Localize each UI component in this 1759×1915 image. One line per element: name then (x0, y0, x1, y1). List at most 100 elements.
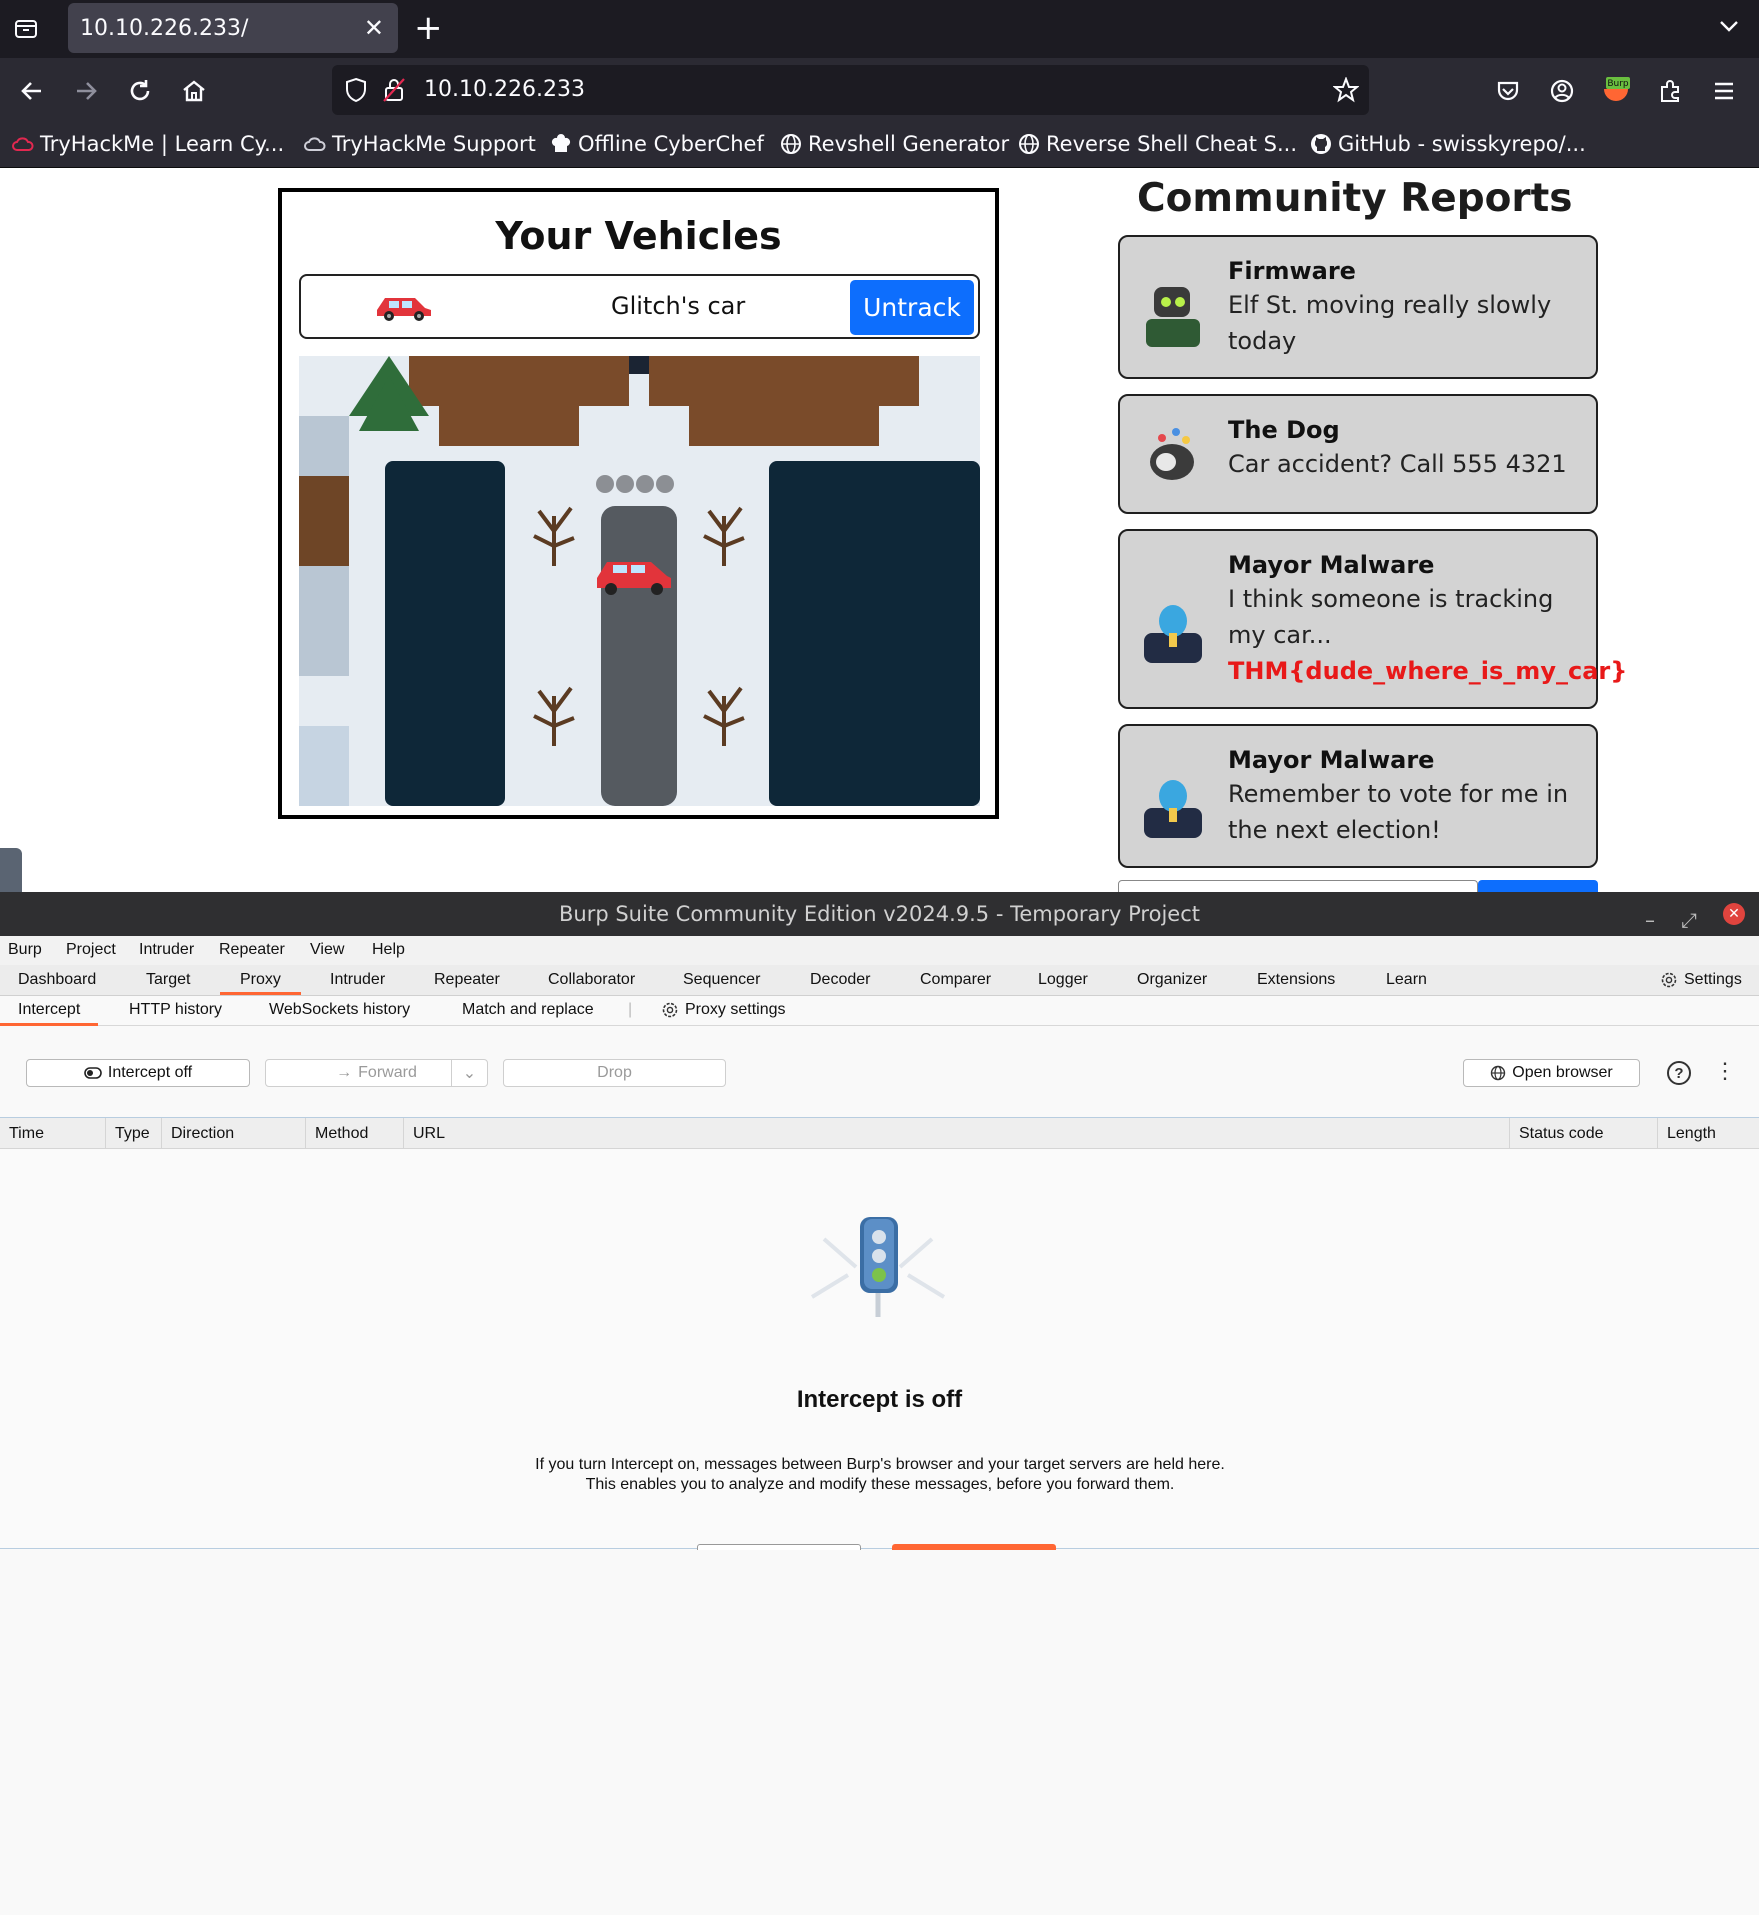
bookmarks-toolbar: TryHackMe | Learn Cy... TryHackMe Suppor… (0, 124, 1759, 168)
close-tab-icon[interactable]: ✕ (364, 14, 384, 42)
home-icon[interactable] (176, 73, 212, 109)
tab-proxy[interactable]: Proxy (220, 971, 301, 995)
vehicles-title: Your Vehicles (495, 214, 782, 258)
bookmark-label: TryHackMe Support (332, 132, 536, 156)
tab-repeater[interactable]: Repeater (434, 971, 500, 989)
tab-dashboard[interactable]: Dashboard (18, 971, 96, 989)
report-card: Firmware Elf St. moving really slowly to… (1118, 235, 1598, 379)
pocket-icon[interactable] (1490, 73, 1526, 109)
open-browser-button[interactable]: Open browser (1463, 1059, 1640, 1087)
insecure-lock-icon[interactable] (382, 77, 406, 109)
extensions-icon[interactable] (1652, 73, 1688, 109)
menu-help[interactable]: Help (372, 941, 405, 959)
bookmark-star-icon[interactable] (1332, 76, 1360, 109)
report-message: I think someone is tracking my car... (1228, 585, 1554, 649)
bookmark-item[interactable]: TryHackMe | Learn Cy... (12, 132, 284, 156)
url-text: 10.10.226.233 (424, 77, 585, 102)
new-tab-icon[interactable]: + (414, 10, 443, 46)
help-icon[interactable]: ? (1667, 1061, 1691, 1085)
bookmark-item[interactable]: GitHub - swisskyrepo/... (1310, 132, 1586, 156)
column-length[interactable]: Length (1658, 1118, 1759, 1150)
report-input[interactable] (1118, 880, 1478, 892)
forward-label: Forward (358, 1064, 417, 1081)
burp-extension-icon[interactable]: Burp (1598, 73, 1634, 109)
reload-icon[interactable] (122, 73, 158, 109)
web-page-content: Your Vehicles Glitch's car Untrack Commu… (0, 168, 1759, 892)
tab-decoder[interactable]: Decoder (810, 971, 870, 989)
chevron-down-icon[interactable] (1717, 14, 1741, 38)
account-icon[interactable] (1544, 73, 1580, 109)
mayor-malware-avatar (1136, 766, 1210, 840)
subtab-http-history[interactable]: HTTP history (129, 1001, 222, 1019)
tab-logger[interactable]: Logger (1038, 971, 1088, 989)
forward-dropdown-chevron-icon[interactable]: ⌄ (451, 1060, 487, 1086)
car-icon (371, 288, 435, 328)
column-type[interactable]: Type (106, 1118, 162, 1150)
more-options-icon[interactable]: ⋮ (1714, 1058, 1736, 1084)
subtab-intercept[interactable]: Intercept (0, 1001, 99, 1026)
tab-organizer[interactable]: Organizer (1137, 971, 1207, 989)
bookmark-label: Reverse Shell Cheat S... (1046, 132, 1298, 156)
burp-badge-label: Burp (1607, 79, 1629, 89)
forward-button[interactable]: → Forward ⌄ (265, 1059, 488, 1087)
drop-button[interactable]: Drop (503, 1059, 726, 1087)
message-editor-pane (0, 1550, 1759, 1915)
report-message: Remember to vote for me in the next elec… (1228, 780, 1569, 844)
intercept-table-body: Intercept is off If you turn Intercept o… (0, 1149, 1759, 1572)
column-url[interactable]: URL (404, 1118, 1510, 1150)
bookmark-item[interactable]: TryHackMe Support (304, 132, 536, 156)
submit-button[interactable] (1478, 880, 1598, 892)
report-author: Mayor Malware (1228, 746, 1435, 774)
report-author: The Dog (1228, 416, 1340, 444)
tab-learn[interactable]: Learn (1386, 971, 1427, 989)
menu-view[interactable]: View (310, 941, 344, 959)
intercept-table-header: Time Type Direction Method URL Status co… (0, 1117, 1759, 1150)
tryhackme-cloud-icon (12, 133, 34, 155)
vehicle-name: Glitch's car (611, 292, 746, 320)
report-author: Mayor Malware (1228, 551, 1435, 579)
proxy-settings-button[interactable]: Proxy settings (661, 1001, 785, 1019)
menu-burp[interactable]: Burp (8, 941, 42, 959)
globe-icon (780, 133, 802, 155)
subtab-websockets-history[interactable]: WebSockets history (269, 1001, 410, 1019)
forward-icon[interactable] (68, 73, 104, 109)
close-window-icon[interactable]: ✕ (1723, 903, 1745, 925)
intercept-toggle-button[interactable]: Intercept off (26, 1059, 250, 1087)
report-card: Mayor Malware I think someone is trackin… (1118, 529, 1627, 709)
menu-repeater[interactable]: Repeater (219, 941, 285, 959)
tab-target[interactable]: Target (146, 971, 190, 989)
gear-icon (662, 1002, 678, 1018)
firefox-view-icon[interactable] (10, 14, 42, 44)
tab-intruder[interactable]: Intruder (330, 971, 385, 989)
tab-sequencer[interactable]: Sequencer (683, 971, 760, 989)
bookmark-label: Revshell Generator (808, 132, 1010, 156)
column-time[interactable]: Time (0, 1118, 106, 1150)
vehicle-tracking-map (299, 356, 980, 806)
globe-icon (1018, 133, 1040, 155)
report-card: Mayor Malware Remember to vote for me in… (1118, 724, 1598, 868)
menu-intruder[interactable]: Intruder (139, 941, 194, 959)
url-bar[interactable]: 10.10.226.233 (332, 65, 1369, 115)
back-icon[interactable] (14, 73, 50, 109)
tab-comparer[interactable]: Comparer (920, 971, 991, 989)
browser-tab-active[interactable]: 10.10.226.233/ ✕ (68, 3, 398, 53)
your-vehicles-panel: Your Vehicles Glitch's car Untrack (278, 188, 999, 819)
untrack-button[interactable]: Untrack (850, 280, 974, 335)
tab-collaborator[interactable]: Collaborator (548, 971, 635, 989)
bookmark-item[interactable]: Revshell Generator (780, 132, 1009, 156)
hamburger-menu-icon[interactable] (1706, 73, 1742, 109)
tab-extensions[interactable]: Extensions (1257, 971, 1335, 989)
column-method[interactable]: Method (306, 1118, 404, 1150)
subtab-match-and-replace[interactable]: Match and replace (462, 1001, 594, 1019)
settings-label: Settings (1684, 971, 1742, 988)
shield-icon[interactable] (344, 77, 368, 109)
column-status-code[interactable]: Status code (1510, 1118, 1658, 1150)
column-direction[interactable]: Direction (162, 1118, 306, 1150)
report-card: The Dog Car accident? Call 555 4321 (1118, 394, 1598, 514)
menu-project[interactable]: Project (66, 941, 116, 959)
arrow-right-icon: → (336, 1064, 353, 1081)
bookmark-item[interactable]: Offline CyberChef (550, 132, 764, 156)
bookmark-item[interactable]: Reverse Shell Cheat S... (1018, 132, 1297, 156)
subtab-divider: | (628, 1001, 633, 1018)
settings-button[interactable]: Settings (1660, 971, 1742, 989)
